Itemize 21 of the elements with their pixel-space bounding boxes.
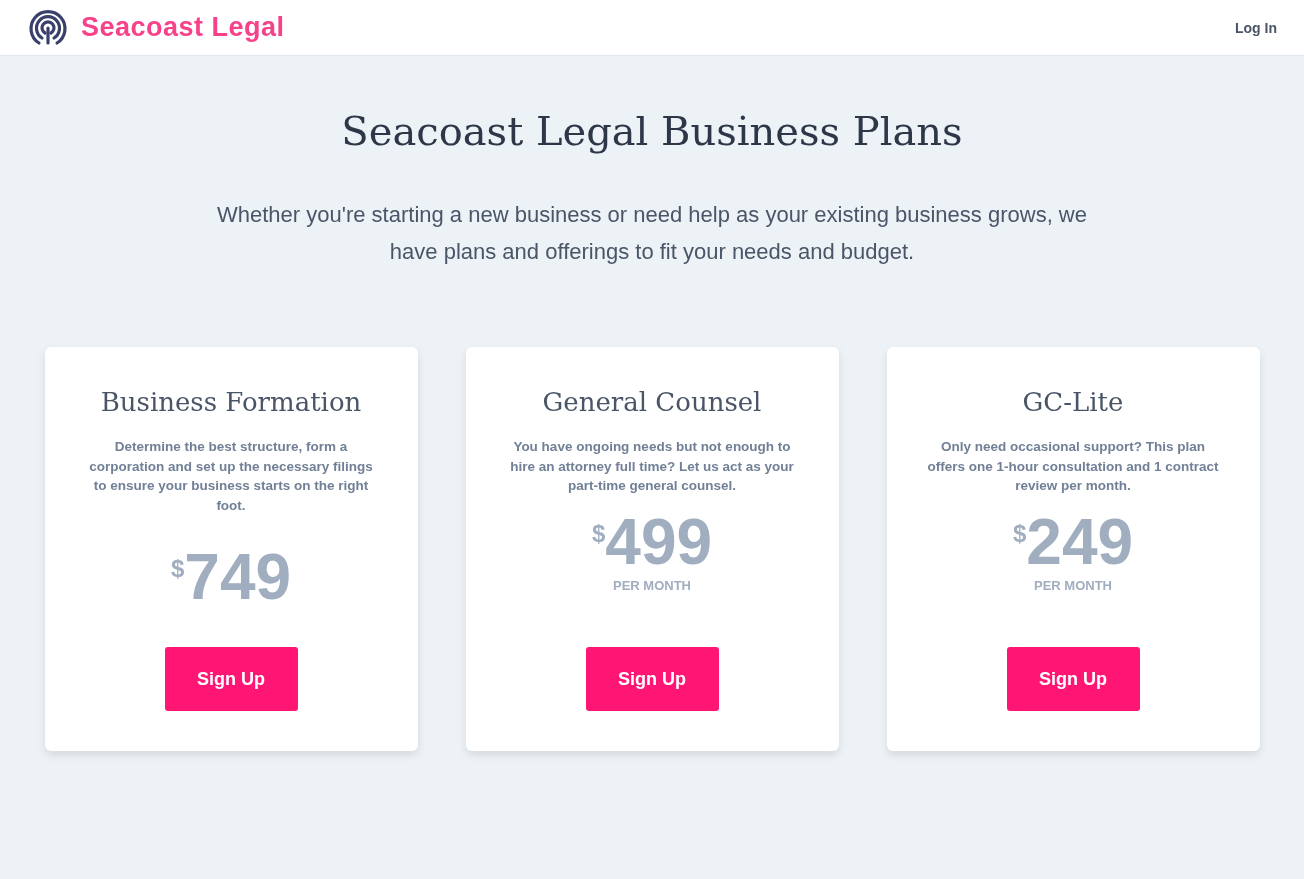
sign-up-button[interactable]: Sign Up — [164, 647, 298, 711]
page-subtitle: Whether you're starting a new business or need help as your existing business grows, we have plans and offerings to fit your needs and budget. — [216, 201, 1088, 266]
plan-description: Determine the best structure, form a corporation and set up the necessary filings to ensure your business starts on the right foot. — [88, 438, 374, 515]
plan-description: You have ongoing needs but not enough to hire an attorney full time? Let us act as your part-time general counsel. — [509, 438, 795, 495]
billing-period: PER MONTH — [613, 577, 691, 593]
brand-name: Seacoast Legal — [81, 12, 285, 43]
sign-up-button[interactable]: Sign Up — [1006, 647, 1140, 711]
plan-name: GC-Lite — [1022, 387, 1124, 417]
currency-symbol: $ — [1012, 519, 1027, 547]
currency-symbol: $ — [591, 519, 606, 547]
plan-price: 249 — [1026, 509, 1134, 574]
log-in-link[interactable]: Log In — [1235, 19, 1277, 36]
page-title: Seacoast Legal Business Plans — [341, 108, 963, 154]
billing-period: PER MONTH — [1034, 577, 1112, 593]
plan-name: Business Formation — [100, 387, 362, 417]
plan-price: 749 — [184, 545, 292, 609]
sign-up-button[interactable]: Sign Up — [585, 647, 719, 711]
currency-symbol: $ — [170, 555, 185, 582]
plan-name: General Counsel — [542, 387, 762, 417]
plan-description: Only need occasional support? This plan offers one 1-hour consultation and 1 contract review per month. — [926, 438, 1220, 495]
plan-price: 499 — [605, 509, 713, 574]
